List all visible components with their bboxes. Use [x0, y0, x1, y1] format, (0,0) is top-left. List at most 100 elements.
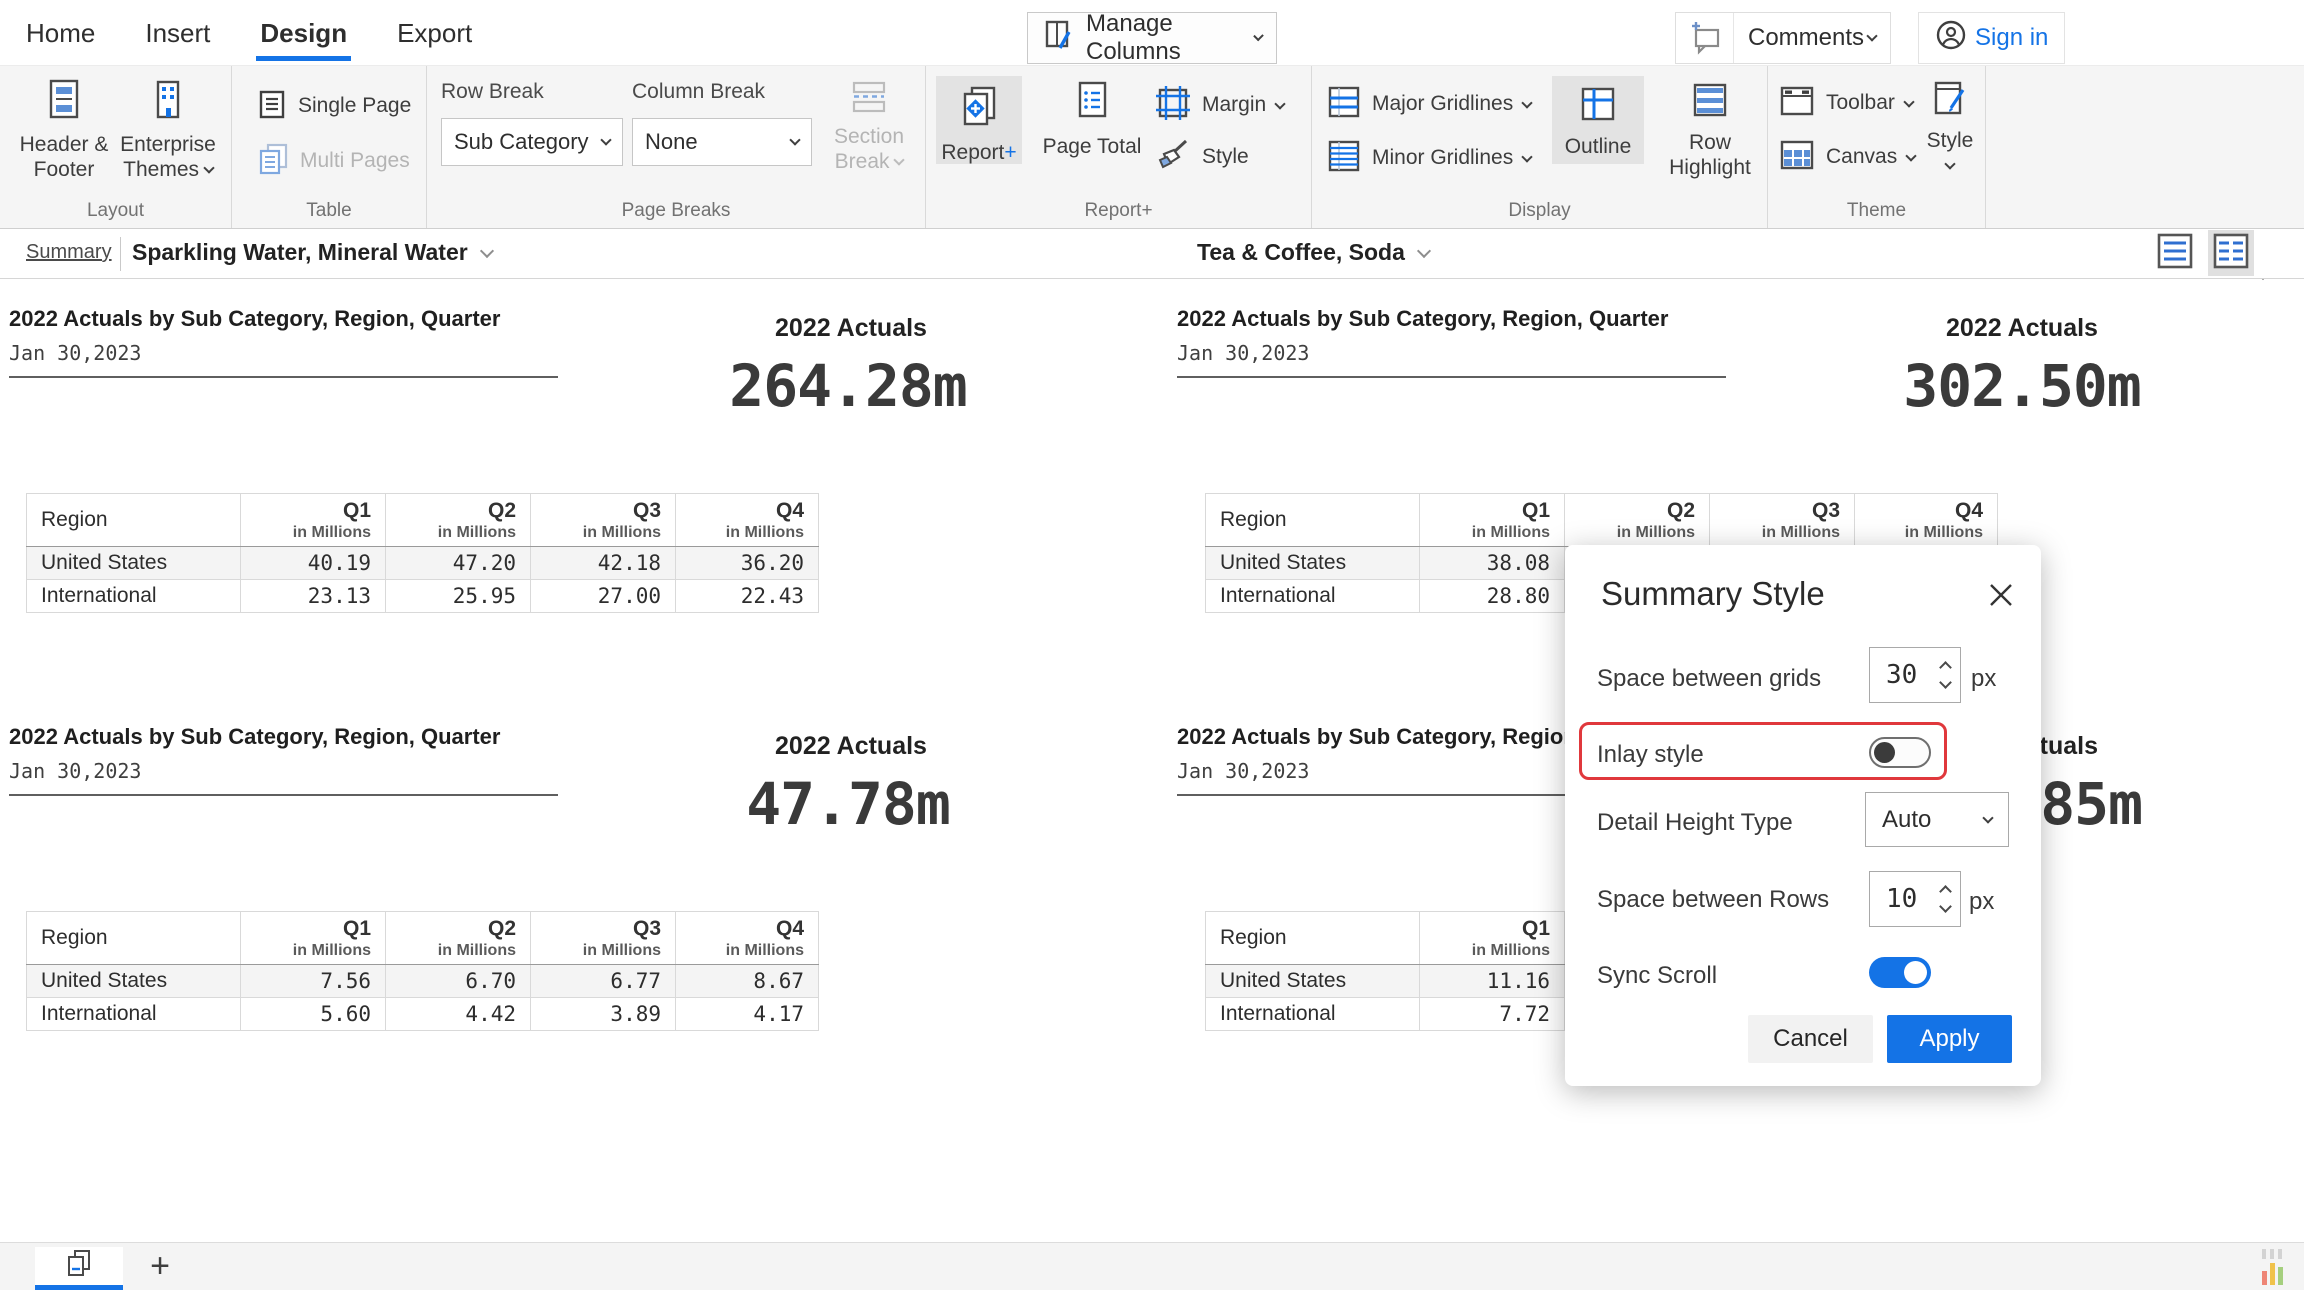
outline-button[interactable]: Outline: [1552, 76, 1644, 164]
col-header-q2: Q2in Millions: [1565, 494, 1710, 547]
section-break-icon: [848, 80, 890, 119]
space-between-grids-label: Space between grids: [1597, 665, 1821, 693]
chevron-down-icon: [1275, 98, 1286, 109]
card3-title: 2022 Actuals by Sub Category, Region, Qu…: [9, 724, 500, 750]
card1-date: Jan 30,2023: [9, 341, 141, 365]
report-plus-button[interactable]: Report+: [936, 76, 1022, 164]
inlay-style-toggle[interactable]: [1869, 737, 1931, 768]
minor-gridlines-label: Minor Gridlines: [1372, 146, 1513, 171]
canvas-theme-button[interactable]: Canvas: [1778, 138, 1915, 177]
enterprise-themes-button[interactable]: Enterprise Themes: [112, 78, 224, 183]
space-between-rows-stepper[interactable]: 10: [1869, 871, 1961, 927]
detail-height-type-select[interactable]: Auto: [1865, 792, 2009, 847]
style-button[interactable]: Style: [1154, 136, 1249, 179]
cancel-button[interactable]: Cancel: [1748, 1015, 1873, 1063]
sign-in-label: Sign in: [1975, 24, 2048, 52]
cell-value: 36.20: [676, 547, 819, 580]
ribbon: Header & Footer Enterprise Themes Layout…: [0, 66, 2304, 229]
toolbar-theme-button[interactable]: Toolbar: [1778, 84, 1913, 123]
comments-button[interactable]: Comments: [1675, 12, 1891, 64]
row-break-select[interactable]: Sub Category: [441, 118, 623, 166]
header-footer-button[interactable]: Header & Footer: [16, 78, 112, 183]
row-highlight-button[interactable]: Row Highlight: [1660, 80, 1760, 181]
theme-style-button[interactable]: Style: [1918, 78, 1982, 172]
cell-region: United States: [27, 965, 241, 998]
cell-value: 5.60: [241, 998, 386, 1031]
space-between-grids-stepper[interactable]: 30: [1869, 647, 1961, 703]
ribbon-group-page-breaks: Row Break Sub Category Column Break None…: [427, 66, 926, 228]
cell-region: International: [27, 580, 241, 613]
sign-in-button[interactable]: Sign in: [1918, 12, 2065, 64]
single-page-icon: [256, 88, 288, 125]
section-break-button[interactable]: Section Break: [819, 80, 919, 175]
manage-columns-button[interactable]: Manage Columns: [1027, 12, 1277, 64]
chevron-down-icon: [480, 243, 494, 257]
col-header-q1: Q1in Millions: [1420, 494, 1565, 547]
center-subcategory-selector[interactable]: Tea & Coffee, Soda: [1197, 239, 1429, 266]
cell-value: 4.17: [676, 998, 819, 1031]
two-column-view-button[interactable]: [2208, 230, 2254, 276]
active-page-tab[interactable]: [35, 1247, 123, 1285]
column-break-label: Column Break: [632, 80, 765, 104]
cell-value: 28.80: [1420, 580, 1565, 613]
card3-kpi-value: 47.78m: [648, 770, 1048, 838]
enterprise-themes-label: Enterprise Themes: [112, 133, 224, 183]
cell-region: International: [27, 998, 241, 1031]
stepper-down-icon[interactable]: [1939, 676, 1952, 689]
comments-label: Comments: [1748, 24, 1864, 52]
manage-columns-label: Manage Columns: [1086, 10, 1245, 66]
chevron-down-icon: [1906, 150, 1917, 161]
chevron-down-icon: [894, 154, 905, 165]
cell-region: International: [1206, 580, 1420, 613]
cell-value: 23.13: [241, 580, 386, 613]
tab-home[interactable]: Home: [24, 4, 97, 63]
single-page-button[interactable]: Single Page: [256, 88, 411, 125]
page-total-button[interactable]: Page Total: [1038, 80, 1146, 160]
row-break-value: Sub Category: [454, 129, 589, 155]
col-header-q3: Q3in Millions: [531, 912, 676, 965]
major-gridlines-button[interactable]: Major Gridlines: [1326, 84, 1531, 125]
cell-value: 7.72: [1420, 998, 1565, 1031]
stepper-up-icon[interactable]: [1939, 661, 1952, 674]
multi-pages-button[interactable]: Multi Pages: [256, 142, 410, 181]
add-comment-icon: [1676, 13, 1734, 63]
stepper-down-icon[interactable]: [1939, 900, 1952, 913]
single-column-view-button[interactable]: [2152, 230, 2198, 276]
add-page-button[interactable]: +: [138, 1243, 182, 1289]
modal-title: Summary Style: [1601, 575, 1825, 613]
section-break-label: Section Break: [819, 125, 919, 175]
chevron-down-icon: [1903, 96, 1914, 107]
table-header-row: Region Q1in Millions Q2in Millions Q3in …: [1206, 494, 1998, 547]
major-gridlines-label: Major Gridlines: [1372, 92, 1513, 117]
sync-scroll-toggle[interactable]: [1869, 957, 1931, 988]
column-break-value: None: [645, 129, 698, 155]
chevron-down-icon: [600, 134, 611, 145]
toolbar-theme-label: Toolbar: [1826, 91, 1895, 116]
column-break-select[interactable]: None: [632, 118, 812, 166]
apply-button[interactable]: Apply: [1887, 1015, 2012, 1063]
col-header-q1: Q1in Millions: [241, 912, 386, 965]
tab-design[interactable]: Design: [258, 4, 349, 63]
minor-gridlines-button[interactable]: Minor Gridlines: [1326, 138, 1531, 179]
margin-button[interactable]: Margin: [1154, 84, 1284, 127]
left-subcategory-selector[interactable]: Sparkling Water, Mineral Water: [132, 239, 492, 266]
person-icon: [1935, 19, 1967, 58]
row-break-label: Row Break: [441, 80, 544, 104]
cell-value: 38.08: [1420, 547, 1565, 580]
sync-scroll-label: Sync Scroll: [1597, 962, 1717, 990]
cell-value: 6.77: [531, 965, 676, 998]
single-column-view-icon: [2156, 232, 2194, 275]
group-label-display: Display: [1312, 200, 1767, 222]
toggle-knob: [1904, 961, 1927, 984]
active-page-tab-indicator: [35, 1285, 123, 1290]
chevron-down-icon: [203, 162, 214, 173]
stepper-up-icon[interactable]: [1939, 885, 1952, 898]
summary-link[interactable]: Summary: [26, 241, 112, 264]
row-highlight-icon: [1690, 80, 1730, 125]
tab-export[interactable]: Export: [395, 4, 474, 63]
cell-region: United States: [27, 547, 241, 580]
close-icon[interactable]: [1987, 581, 2015, 609]
tab-insert[interactable]: Insert: [143, 4, 212, 63]
card2-rule: [1177, 376, 1726, 378]
table-row: United States 40.19 47.20 42.18 36.20: [27, 547, 819, 580]
